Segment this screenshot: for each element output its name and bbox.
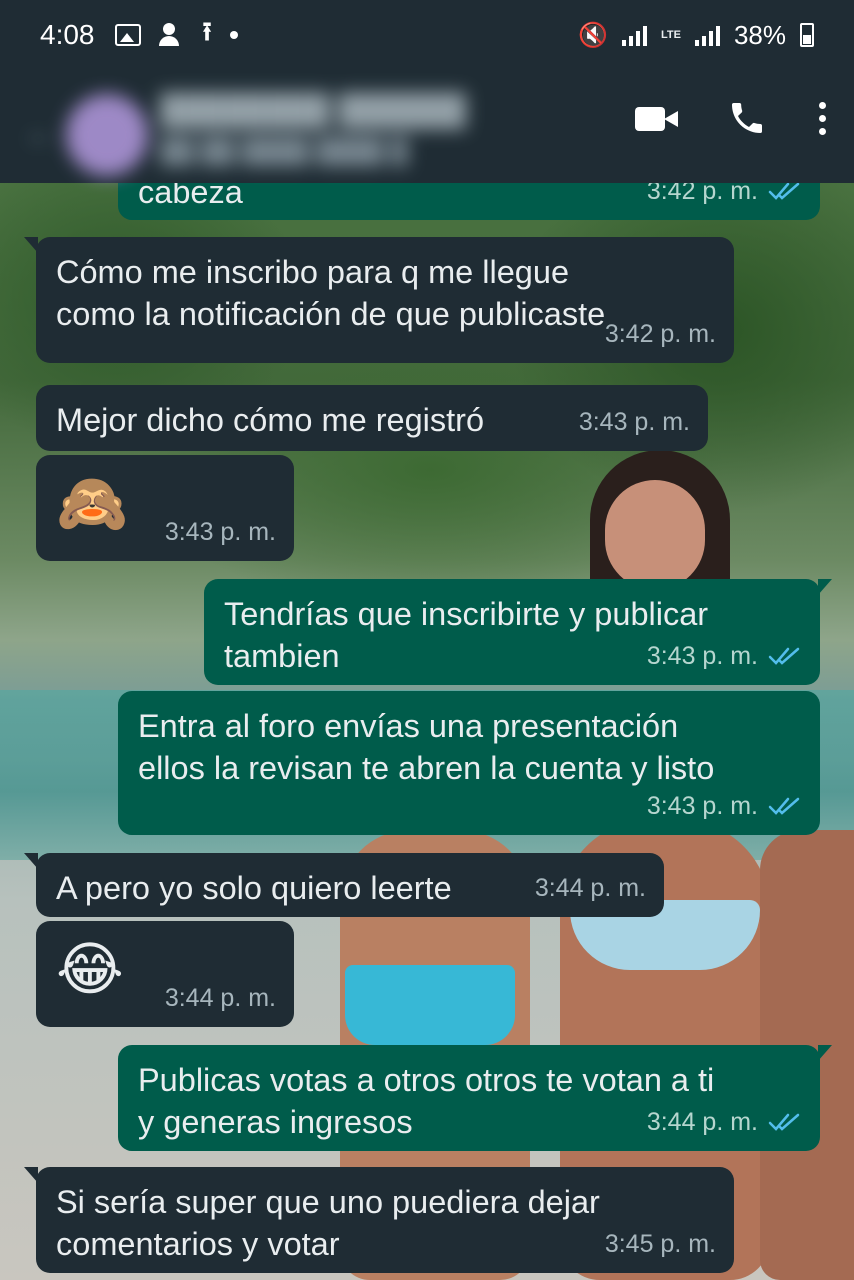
message-bubble-outgoing[interactable]: Publicas votas a otros otros te votan a …: [118, 1045, 832, 1151]
message-meta: 3:42 p. m.: [647, 183, 802, 212]
contact-status-redacted: ██ ██ ████ ████ █: [160, 138, 408, 165]
read-tick-icon: [768, 647, 800, 665]
message-time: 3:43 p. m.: [646, 642, 758, 670]
message-time: 3:42 p. m.: [646, 183, 758, 205]
message-meta: 3:44 p. m.: [535, 867, 646, 909]
message-time: 3:44 p. m.: [646, 1108, 758, 1136]
message-time: 3:43 p. m.: [164, 518, 276, 546]
message-bubble-incoming[interactable]: Mejor dicho cómo me registró 3:43 p. m.: [36, 385, 708, 451]
message-time: 3:43 p. m.: [646, 792, 758, 820]
read-tick-icon: [768, 797, 800, 815]
more-options-icon[interactable]: [815, 101, 830, 135]
photo-icon: [114, 24, 141, 46]
message-time: 3:42 p. m.: [604, 320, 716, 348]
status-notification-icons: ⭱: [114, 13, 238, 57]
message-bubble-incoming[interactable]: 😂 3:44 p. m.: [36, 921, 294, 1027]
read-tick-icon: [768, 183, 800, 200]
message-meta: 3:45 p. m.: [605, 1223, 716, 1265]
message-meta: 3:44 p. m.: [165, 977, 276, 1019]
upload-icon: ⭱: [202, 16, 212, 46]
lte-label: LTE: [660, 28, 681, 41]
battery-percentage: 38%: [733, 19, 786, 50]
chat-message-list[interactable]: cabeza 3:42 p. m. Cómo me inscribo para …: [0, 183, 854, 1280]
back-arrow-icon[interactable]: ←: [24, 114, 58, 153]
message-bubble-outgoing[interactable]: Tendrías que inscribirte y publicar tamb…: [204, 579, 832, 685]
message-bubble-outgoing[interactable]: Entra al foro envías una presentación el…: [118, 691, 820, 835]
avatar[interactable]: [66, 94, 148, 176]
message-bubble-incoming[interactable]: Cómo me inscribo para q me llegue como l…: [24, 237, 734, 363]
header-actions: [635, 98, 830, 138]
message-bubble-outgoing[interactable]: cabeza 3:42 p. m.: [118, 183, 820, 220]
add-user-icon: [158, 23, 185, 47]
signal-icon: [694, 24, 720, 46]
message-time: 3:44 p. m.: [534, 874, 646, 902]
message-time: 3:45 p. m.: [604, 1230, 716, 1258]
message-meta: 3:43 p. m.: [579, 401, 690, 443]
battery-icon: [800, 23, 814, 47]
message-meta: 3:43 p. m.: [647, 635, 802, 677]
dot-icon: [229, 31, 238, 39]
message-time: 3:43 p. m.: [578, 408, 690, 436]
status-time: 4:08: [40, 19, 95, 50]
message-bubble-incoming[interactable]: Si sería super que uno puediera dejar co…: [24, 1167, 734, 1273]
video-call-icon[interactable]: [635, 103, 679, 133]
message-time: 3:44 p. m.: [164, 984, 276, 1012]
mute-icon: 🔇: [578, 21, 608, 49]
message-text: Entra al foro envías una presentación el…: [138, 708, 715, 786]
message-meta: 3:42 p. m.: [605, 313, 716, 355]
message-meta: 3:43 p. m.: [165, 511, 276, 553]
chat-header: ← ████████ ██████ ██ ██ ████ ████ █: [0, 70, 854, 183]
message-bubble-incoming[interactable]: 🙈 3:43 p. m.: [36, 455, 294, 561]
signal-icon: [621, 24, 647, 46]
status-system-icons: 🔇 LTE 38%: [578, 20, 814, 51]
phone-call-icon[interactable]: [727, 98, 767, 138]
message-meta: 3:43 p. m.: [647, 785, 802, 827]
blurred-contact-info[interactable]: ← ████████ ██████ ██ ██ ████ ████ █: [10, 78, 480, 176]
message-bubble-incoming[interactable]: A pero yo solo quiero leerte 3:44 p. m.: [24, 853, 664, 917]
status-bar: 4:08 ⭱ 🔇 LTE 38%: [0, 0, 854, 70]
read-tick-icon: [768, 1113, 800, 1131]
contact-name-redacted: ████████ ██████: [160, 94, 466, 127]
message-meta: 3:44 p. m.: [647, 1101, 802, 1143]
